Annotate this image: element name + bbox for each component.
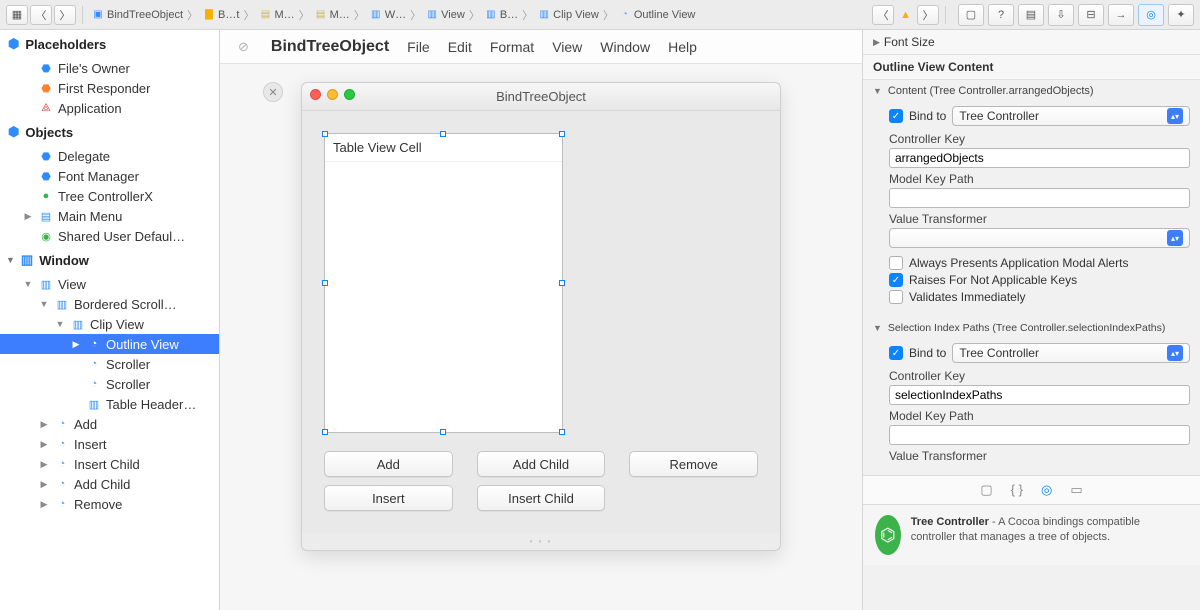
bindings-inspector: ▶Font Size Outline View Content ▼Content… — [862, 30, 1200, 610]
add-button[interactable]: Add — [324, 451, 453, 477]
menu-edit[interactable]: Edit — [448, 39, 472, 55]
extra-add[interactable]: ▶◔Add — [0, 414, 219, 434]
effects-inspector-icon[interactable]: ✦ — [1168, 4, 1194, 26]
document-outline[interactable]: ⬢Placeholders ⬣File's Owner ⬣First Respo… — [0, 30, 220, 610]
window-view[interactable]: ▼▥View — [0, 274, 219, 294]
content-binding-header[interactable]: ▼Content (Tree Controller.arrangedObject… — [863, 80, 1200, 102]
window-section[interactable]: ▼▥Window — [0, 246, 219, 274]
attributes-inspector-icon[interactable]: ⇩ — [1048, 4, 1074, 26]
menu-help[interactable]: Help — [668, 39, 697, 55]
object-delegate[interactable]: ⬣Delegate — [0, 146, 219, 166]
outline-view-item[interactable]: ▶◔Outline View — [0, 334, 219, 354]
library-item[interactable]: ⌬ Tree Controller - A Cocoa bindings com… — [863, 504, 1200, 565]
content-model-key-path-input[interactable] — [889, 188, 1190, 208]
content-bind-to-select[interactable]: Tree Controller▴▾ — [952, 106, 1190, 126]
content-controller-key-input[interactable] — [889, 148, 1190, 168]
menu-view[interactable]: View — [552, 39, 582, 55]
lib-code-icon[interactable]: { } — [1011, 482, 1023, 498]
placeholder-first-responder[interactable]: ⬣First Responder — [0, 78, 219, 98]
lib-object-icon[interactable]: ◎ — [1041, 482, 1052, 498]
selection-bind-to-select[interactable]: Tree Controller▴▾ — [952, 343, 1190, 363]
jump-prev-button[interactable]: 〈 — [872, 5, 894, 25]
object-tree-controller[interactable]: ●Tree ControllerX — [0, 186, 219, 206]
placeholders-section: ⬢Placeholders — [0, 30, 219, 58]
extra-add-child[interactable]: ▶◔Add Child — [0, 474, 219, 494]
lib-media-icon[interactable]: ▭ — [1070, 482, 1082, 498]
selection-model-key-path-input[interactable] — [889, 425, 1190, 445]
inspector-tab-icons: ▢ ? ▤ ⇩ ⊟ → ◎ ✦ — [958, 4, 1194, 26]
traffic-zoom-icon[interactable] — [344, 89, 355, 100]
insert-child-button[interactable]: Insert Child — [477, 485, 606, 511]
remove-button[interactable]: Remove — [629, 451, 758, 477]
outline-view-content-header: Outline View Content — [863, 55, 1200, 80]
related-items-icon[interactable]: ▦ — [6, 5, 28, 25]
size-inspector-icon[interactable]: ⊟ — [1078, 4, 1104, 26]
opt-modal-alerts-checkbox[interactable] — [889, 256, 903, 270]
font-size-row[interactable]: ▶Font Size — [863, 30, 1200, 55]
library-filter-icons: ▢ { } ◎ ▭ — [863, 475, 1200, 504]
bindings-inspector-icon[interactable]: ◎ — [1138, 4, 1164, 26]
table-header-view[interactable]: ▥Table Header… — [0, 394, 219, 414]
close-doc-icon[interactable]: ⊘ — [238, 39, 249, 55]
document-menu-bar: ⊘ BindTreeObject File Edit Format View W… — [220, 30, 862, 64]
menu-format[interactable]: Format — [490, 39, 534, 55]
extra-remove[interactable]: ▶◔Remove — [0, 494, 219, 514]
opt-raises-checkbox[interactable]: ✓ — [889, 273, 903, 287]
object-shared-defaults[interactable]: ◉Shared User Defaul… — [0, 226, 219, 246]
selection-controller-key-input[interactable] — [889, 385, 1190, 405]
nav-back-button[interactable]: 〈 — [30, 5, 52, 25]
menu-window[interactable]: Window — [600, 39, 650, 55]
content-bind-to-checkbox[interactable]: ✓ — [889, 109, 903, 123]
doc-title: BindTreeObject — [271, 38, 389, 56]
tree-controller-icon: ⌬ — [875, 515, 901, 555]
placeholder-files-owner[interactable]: ⬣File's Owner — [0, 58, 219, 78]
window-proxy-close-icon[interactable]: ✕ — [263, 82, 283, 102]
connections-inspector-icon[interactable]: → — [1108, 4, 1134, 26]
window-preview[interactable]: BindTreeObject Table View Cell Add Add C… — [301, 82, 781, 551]
traffic-min-icon[interactable] — [327, 89, 338, 100]
selection-bind-to-checkbox[interactable]: ✓ — [889, 346, 903, 360]
jump-next-button[interactable]: 〉 — [917, 5, 939, 25]
scroller-1[interactable]: ◔Scroller — [0, 354, 219, 374]
lib-file-icon[interactable]: ▢ — [980, 482, 992, 498]
bordered-scroll-view[interactable]: ▼▥Bordered Scroll… — [0, 294, 219, 314]
extra-insert-child[interactable]: ▶◔Insert Child — [0, 454, 219, 474]
identity-inspector-icon[interactable]: ▤ — [1018, 4, 1044, 26]
objects-section: ⬢Objects — [0, 118, 219, 146]
nav-forward-button[interactable]: 〉 — [54, 5, 76, 25]
extra-insert[interactable]: ▶◔Insert — [0, 434, 219, 454]
object-font-manager[interactable]: ⬣Font Manager — [0, 166, 219, 186]
jump-bar[interactable]: ▣BindTreeObject〉 ▇B…t〉 ▤M…〉 ▤M…〉 ▥W…〉 ▥V… — [89, 7, 870, 23]
object-main-menu[interactable]: ▶▤Main Menu — [0, 206, 219, 226]
top-toolbar: ▦ 〈 〉 ▣BindTreeObject〉 ▇B…t〉 ▤M…〉 ▤M…〉 ▥… — [0, 0, 1200, 30]
scroller-2[interactable]: ◔Scroller — [0, 374, 219, 394]
resize-grip-icon[interactable]: • • • — [302, 533, 780, 550]
opt-validates-checkbox[interactable] — [889, 290, 903, 304]
selection-binding-header[interactable]: ▼Selection Index Paths (Tree Controller.… — [863, 317, 1200, 339]
quickhelp-inspector-icon[interactable]: ? — [988, 4, 1014, 26]
window-titlebar: BindTreeObject — [302, 83, 780, 111]
placeholder-application[interactable]: ⟁Application — [0, 98, 219, 118]
clip-view[interactable]: ▼▥Clip View — [0, 314, 219, 334]
traffic-close-icon[interactable] — [310, 89, 321, 100]
warning-icon: ▲ — [900, 9, 911, 21]
add-child-button[interactable]: Add Child — [477, 451, 606, 477]
editor-canvas: ⊘ BindTreeObject File Edit Format View W… — [220, 30, 862, 610]
insert-button[interactable]: Insert — [324, 485, 453, 511]
outline-view-preview[interactable]: Table View Cell — [324, 133, 563, 433]
file-inspector-icon[interactable]: ▢ — [958, 4, 984, 26]
content-value-transformer-select[interactable]: ▴▾ — [889, 228, 1190, 248]
table-view-cell[interactable]: Table View Cell — [325, 134, 562, 162]
menu-file[interactable]: File — [407, 39, 430, 55]
